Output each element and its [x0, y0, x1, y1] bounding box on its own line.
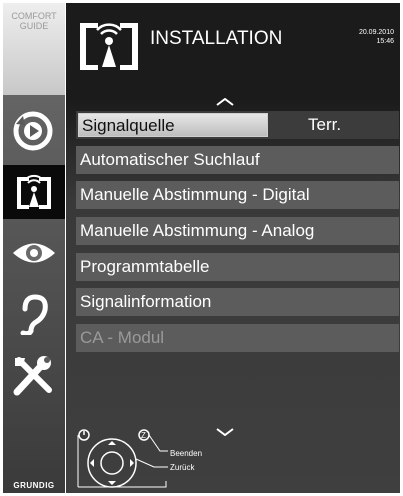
- menu-item-signal-source[interactable]: Signalquelle Terr.: [76, 111, 399, 139]
- menu-item-manual-analog[interactable]: Manuelle Abstimmung - Analog: [76, 217, 399, 245]
- sound-ear-icon: [20, 294, 48, 335]
- sidebar: COMFORT GUIDE GRUNDIG: [3, 3, 65, 493]
- svg-text:Z: Z: [141, 431, 146, 440]
- menu-item-manual-digital[interactable]: Manuelle Abstimmung - Digital: [76, 181, 399, 209]
- date-label: 20.09.2010: [358, 29, 394, 36]
- remote-control-icon: Z: [77, 429, 168, 488]
- installation-antenna-icon: [17, 174, 51, 209]
- menu-item-label: Signalquelle: [78, 113, 268, 137]
- scroll-down-icon[interactable]: [216, 428, 234, 436]
- menu-item-program-table[interactable]: Programmtabelle: [76, 253, 399, 281]
- menu-item-signal-info[interactable]: Signalinformation: [76, 288, 399, 316]
- time-label: 15:46: [376, 38, 394, 45]
- settings-tools-icon: [13, 356, 52, 396]
- signal-source-value[interactable]: Terr.: [308, 111, 341, 139]
- comfort-guide[interactable]: COMFORT GUIDE: [3, 3, 65, 95]
- brand-logo: GRUNDIG: [13, 481, 55, 490]
- date-time: 20.09.2010 15:46: [359, 28, 394, 46]
- back-hint-label: Zurück: [170, 463, 195, 472]
- sidebar-item-source[interactable]: [3, 104, 65, 158]
- installation-header-icon: [80, 23, 138, 70]
- comfort-guide-label: COMFORT GUIDE: [11, 11, 57, 31]
- sidebar-item-settings[interactable]: [3, 348, 65, 402]
- source-icon: [13, 111, 53, 151]
- sidebar-item-installation[interactable]: [3, 165, 65, 219]
- sidebar-item-sound[interactable]: [3, 287, 65, 341]
- menu-item-auto-search[interactable]: Automatischer Suchlauf: [76, 146, 399, 174]
- menu-item-ca-module: CA - Modul: [76, 324, 399, 352]
- installation-panel: INSTALLATION 20.09.2010 15:46 Signalquel…: [66, 3, 400, 493]
- picture-eye-icon: [13, 243, 55, 263]
- scroll-up-icon[interactable]: [216, 98, 234, 106]
- page-title: INSTALLATION: [150, 28, 283, 49]
- exit-hint-label: Beenden: [170, 449, 203, 458]
- sidebar-item-picture[interactable]: [3, 226, 65, 280]
